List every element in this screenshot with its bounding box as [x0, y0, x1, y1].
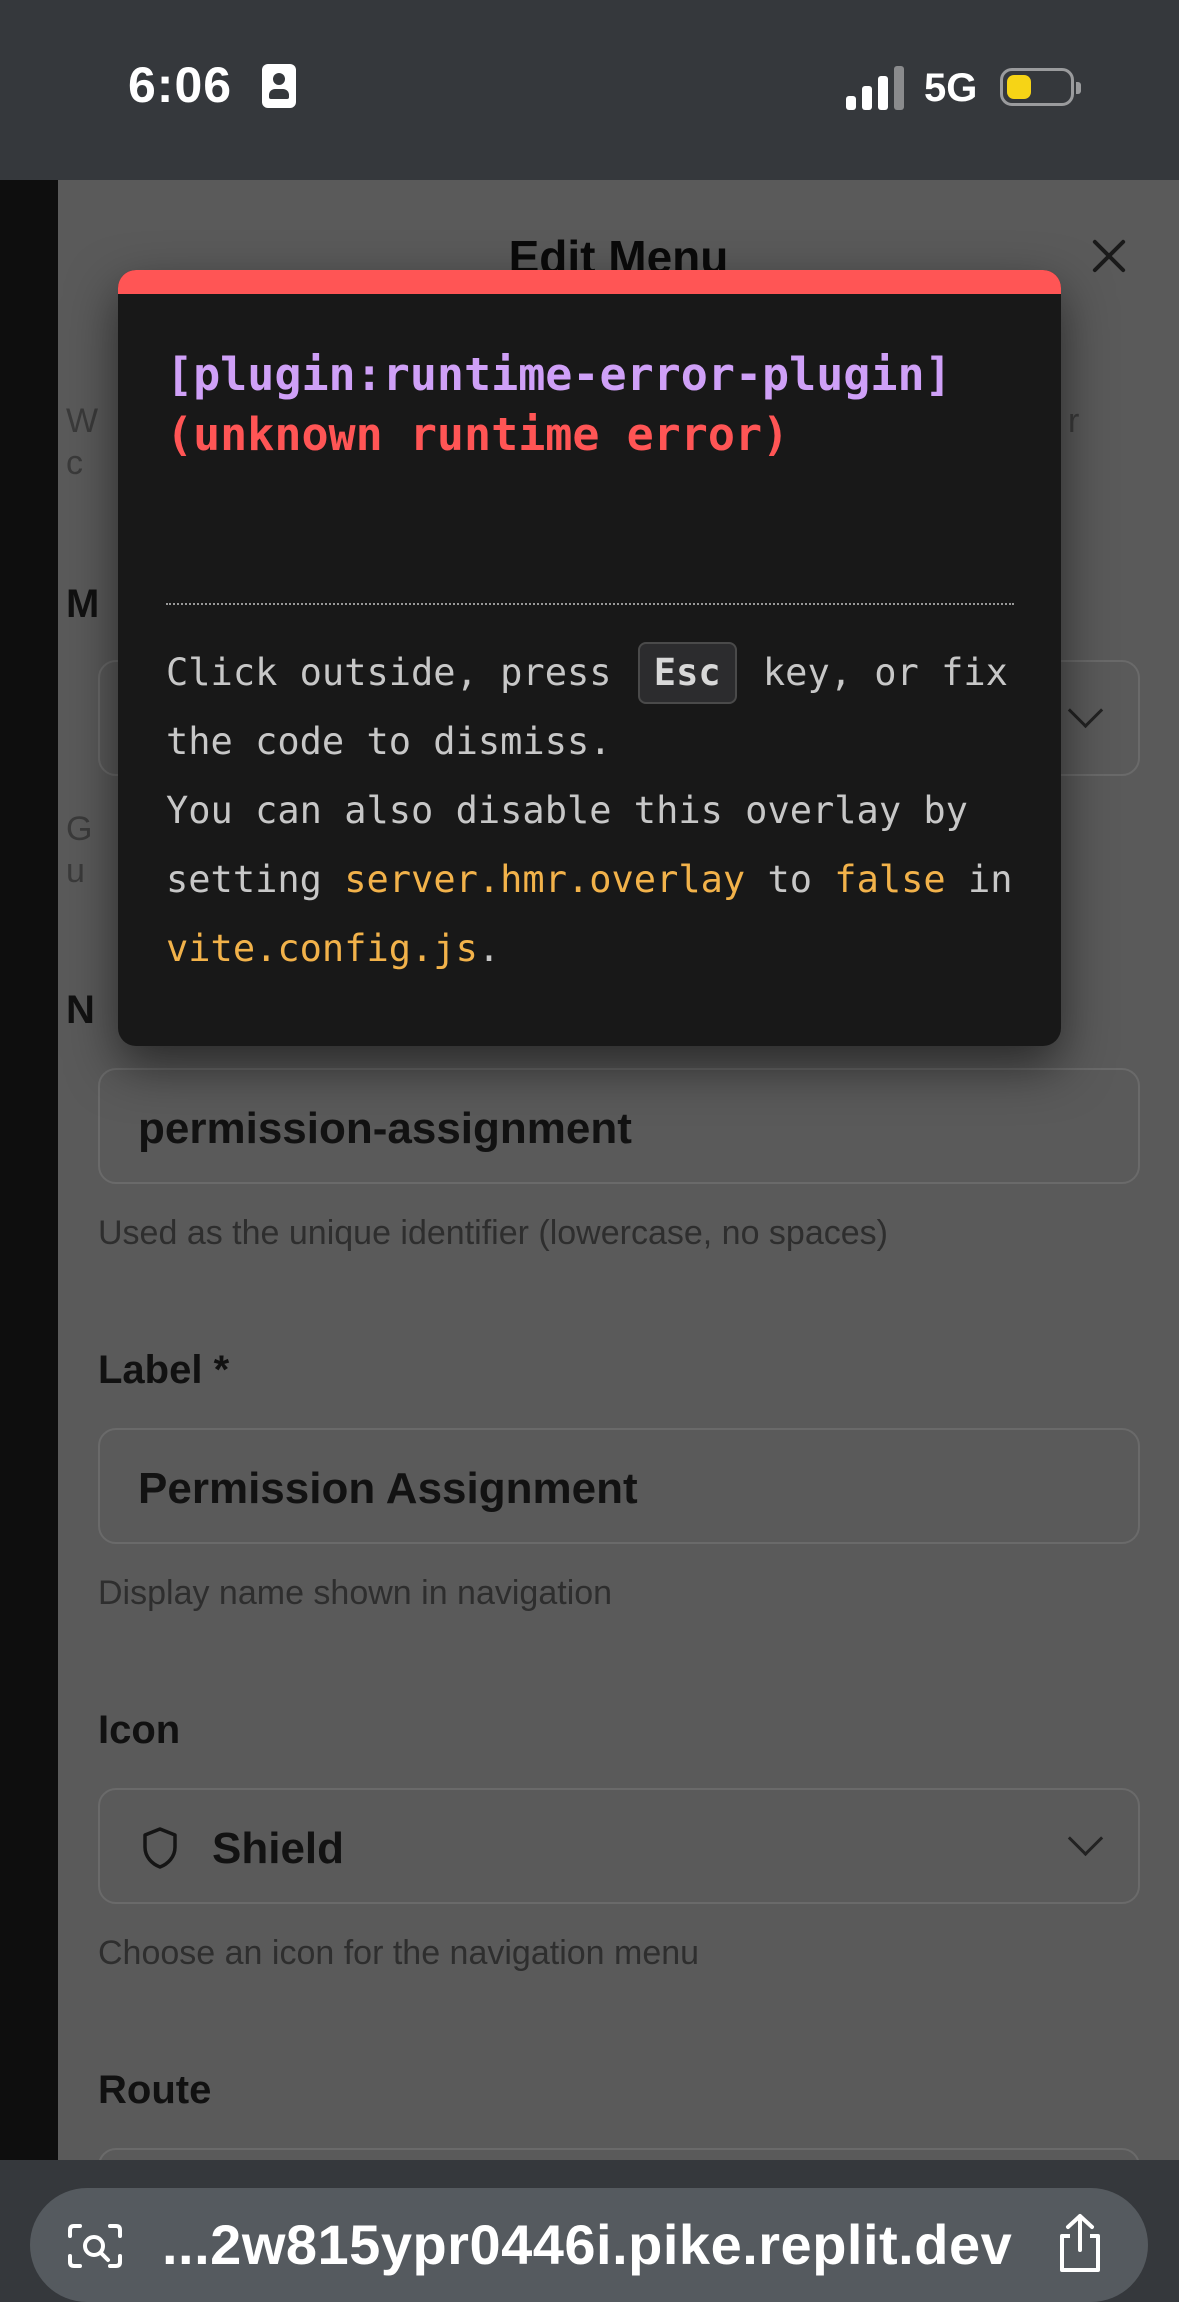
tip-text: .: [477, 927, 501, 970]
error-tip: Click outside, press Esc key, or fix the…: [166, 638, 1026, 983]
name-field-value: permission-assignment: [138, 1104, 632, 1153]
url-text: ...2w815ypr0446i.pike.replit.dev: [162, 2213, 1013, 2276]
camera-search-icon[interactable]: [66, 2222, 124, 2270]
close-icon[interactable]: [1084, 232, 1134, 282]
peek-text: W: [66, 402, 99, 440]
icon-select-value: Shield: [212, 1824, 345, 1873]
battery-level: [1007, 75, 1031, 99]
tip-code: server.hmr.overlay: [344, 858, 746, 901]
error-accent-bar: [118, 270, 1061, 294]
battery-icon: [1000, 68, 1081, 106]
label-field-help: Display name shown in navigation: [98, 1574, 613, 1612]
tip-code: false: [834, 858, 946, 901]
name-field-help: Used as the unique identifier (lowercase…: [98, 1214, 888, 1252]
network-type: 5G: [924, 66, 978, 110]
shield-icon: [143, 1827, 177, 1869]
left-backdrop: [0, 180, 58, 2160]
label-field-value: Permission Assignment: [138, 1464, 638, 1513]
status-time: 6:06: [128, 57, 233, 113]
status-bar: 6:06 5G: [0, 0, 1179, 180]
browser-bottom-bar: ...2w815ypr0446i.pike.replit.dev: [0, 2160, 1179, 2302]
chevron-down-icon: [1067, 1820, 1104, 1857]
id-card-icon: [262, 64, 296, 108]
tip-text: Click outside, press: [166, 651, 634, 694]
esc-key: Esc: [637, 642, 737, 704]
peek-text: c: [66, 444, 83, 482]
icon-field-label: Icon: [98, 1708, 181, 1752]
label-field[interactable]: Permission Assignment: [98, 1428, 1140, 1544]
peek-text: u: [66, 852, 85, 890]
error-divider: [166, 603, 1014, 605]
tip-text: to: [745, 858, 835, 901]
route-field-label: Route: [98, 2068, 212, 2112]
label-field-label: Label *: [98, 1348, 230, 1392]
icon-select[interactable]: Shield: [98, 1788, 1140, 1904]
tip-code: vite.config.js: [166, 927, 478, 970]
share-icon[interactable]: [1050, 2212, 1110, 2276]
peek-text: G: [66, 810, 93, 848]
error-overlay[interactable]: [plugin:runtime-error-plugin] (unknown r…: [118, 270, 1061, 1046]
chevron-down-icon: [1067, 692, 1104, 729]
route-field[interactable]: [98, 2148, 1140, 2160]
address-bar[interactable]: ...2w815ypr0446i.pike.replit.dev: [30, 2188, 1148, 2302]
peek-text: M: [66, 582, 100, 626]
peek-text: r: [1068, 402, 1080, 440]
tip-text: in: [945, 858, 1013, 901]
error-message: (unknown runtime error): [166, 408, 790, 461]
error-plugin: [plugin:runtime-error-plugin]: [166, 348, 952, 401]
icon-field-help: Choose an icon for the navigation menu: [98, 1934, 700, 1972]
signal-icon: [846, 66, 904, 110]
name-field[interactable]: permission-assignment: [98, 1068, 1140, 1184]
peek-text: N: [66, 988, 95, 1032]
